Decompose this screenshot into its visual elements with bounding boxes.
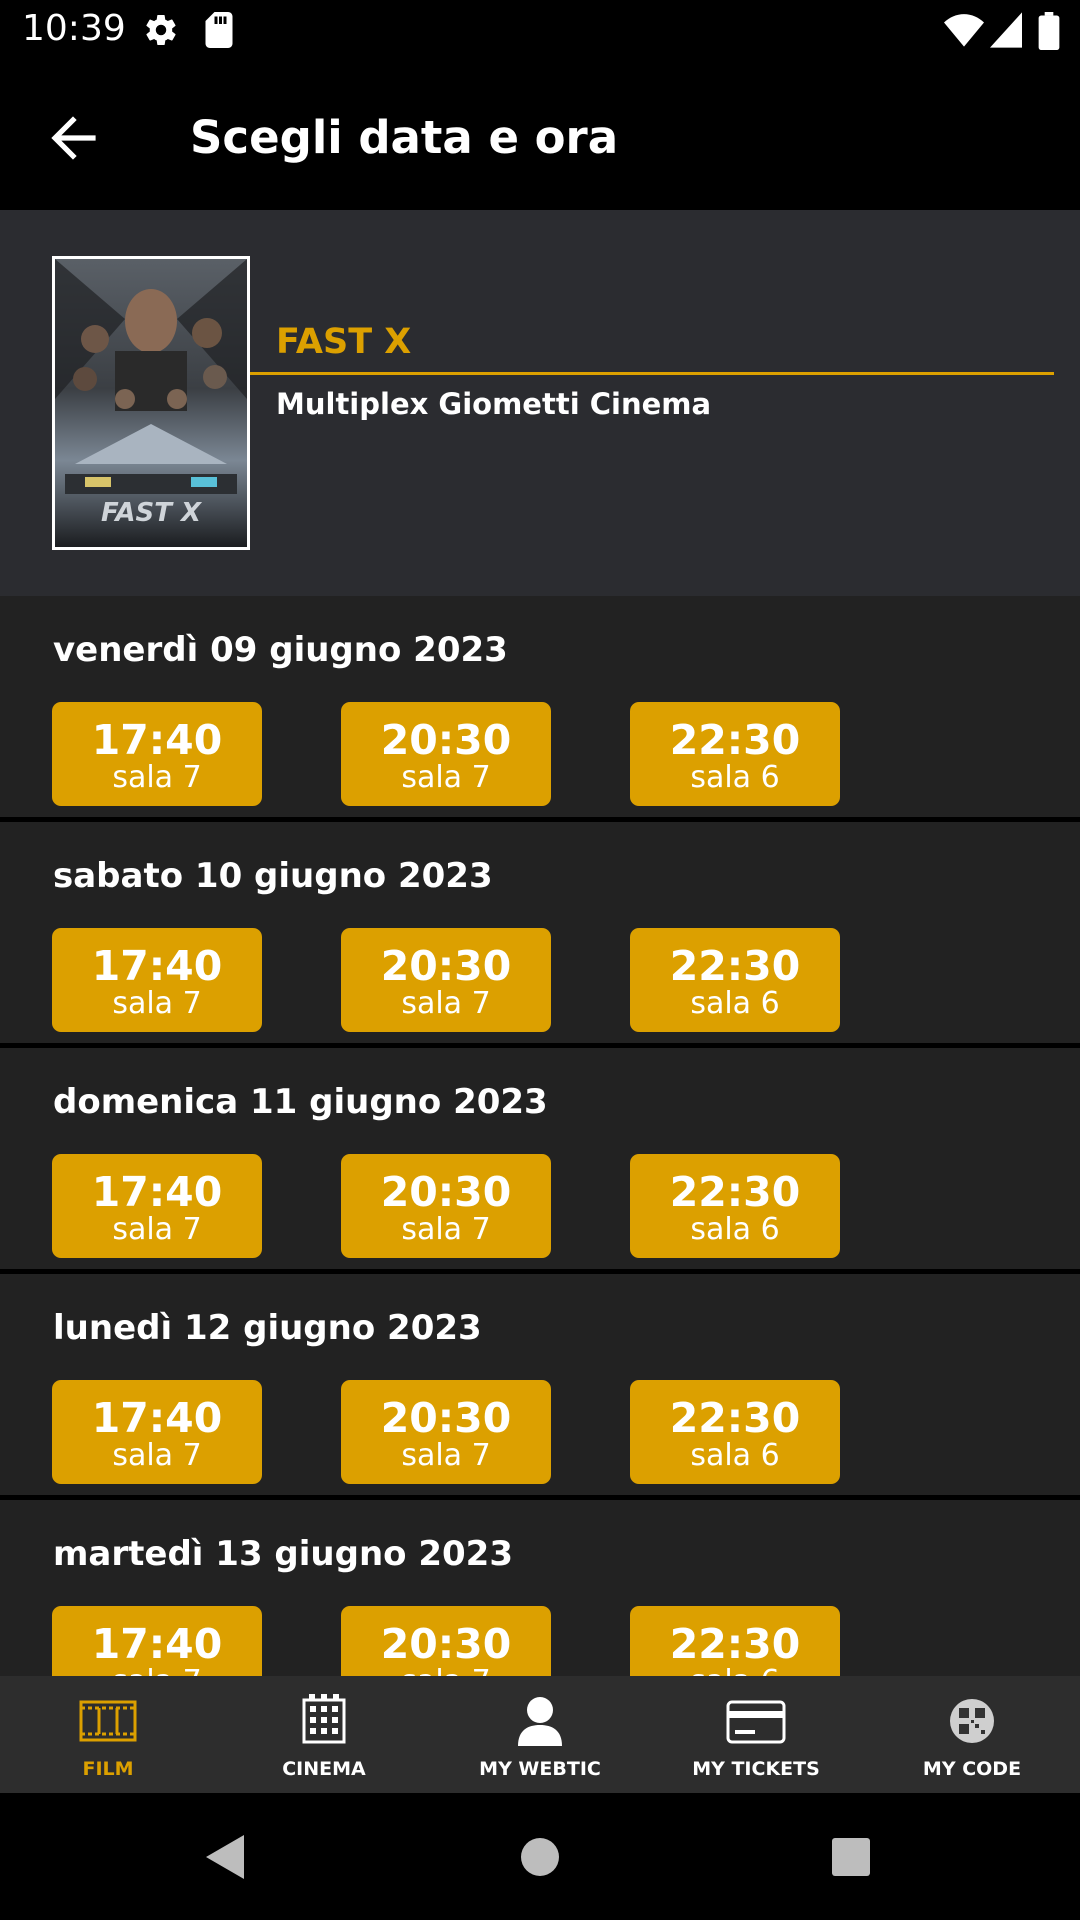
showtime-room: sala 6 [690,986,780,1021]
nav-item-my-code[interactable]: MY CODE [864,1676,1080,1793]
back-triangle-icon[interactable] [204,1833,246,1886]
showtime-button[interactable]: 20:30 sala 7 [341,1380,551,1484]
day-section: sabato 10 giugno 2023 17:40 sala 7 20:30… [0,822,1080,1043]
showtime-room: sala 7 [401,760,491,795]
showtime-button[interactable]: 22:30 sala 6 [630,1606,840,1676]
nav-label-my-code: MY CODE [922,1758,1022,1780]
nav-label-film: FILM [82,1758,134,1780]
recents-square-icon[interactable] [830,1833,872,1886]
app-bar: Scegli data e ora [0,63,1080,210]
qr-code-icon [942,1694,1002,1748]
bottom-nav: FILM CINEMA MY WEBTIC MY TICKETS MY CODE [0,1676,1080,1793]
nav-label-my-webtic: MY WEBTIC [479,1758,601,1780]
showtime-time: 17:40 [91,716,223,764]
status-time: 10:39 [22,8,126,49]
showtime-time: 17:40 [91,1394,223,1442]
showtime-time: 22:30 [669,1620,801,1668]
movie-header: FAST X FAST X Multiplex Giometti Cinema [0,210,1080,596]
showtime-room: sala 6 [690,760,780,795]
nav-item-my-tickets[interactable]: MY TICKETS [648,1676,864,1793]
showtime-time: 22:30 [669,1168,801,1216]
showtime-button[interactable]: 22:30 sala 6 [630,1380,840,1484]
showtime-room: sala 7 [112,760,202,795]
ticket-card-icon [726,1694,786,1748]
showtime-time: 20:30 [380,1394,512,1442]
showtime-time: 20:30 [380,716,512,764]
nav-label-cinema: CINEMA [282,1758,366,1780]
showtime-room: sala 7 [112,1212,202,1247]
showtime-time: 17:40 [91,942,223,990]
nav-item-cinema[interactable]: CINEMA [216,1676,432,1793]
movie-title: FAST X [276,322,412,362]
back-button[interactable] [40,105,106,171]
showtime-button[interactable]: 20:30 sala 7 [341,1154,551,1258]
showtime-button[interactable]: 22:30 sala 6 [630,702,840,806]
user-icon [510,1694,570,1748]
showtime-room: sala 6 [690,1438,780,1473]
showtime-room: sala 6 [630,1666,840,1677]
showtime-room: sala 7 [52,1666,262,1677]
wifi-icon [944,12,984,53]
day-label: lunedì 12 giugno 2023 [53,1308,482,1348]
cinema-name: Multiplex Giometti Cinema [276,387,712,421]
showtime-room: sala 7 [401,1438,491,1473]
showtime-room: sala 7 [401,986,491,1021]
showtime-time: 20:30 [380,942,512,990]
poster-title: FAST X [101,498,203,528]
settings-icon [143,12,179,53]
title-divider [250,372,1054,375]
showtime-button[interactable]: 17:40 sala 7 [52,1380,262,1484]
showtime-room: sala 6 [690,1212,780,1247]
showtime-time: 22:30 [669,1394,801,1442]
signal-icon [990,12,1022,53]
arrow-left-icon [51,116,96,160]
showtime-button[interactable]: 22:30 sala 6 [630,928,840,1032]
showtime-button[interactable]: 20:30 sala 7 [341,702,551,806]
showtime-button[interactable]: 22:30 sala 6 [630,1154,840,1258]
day-label: martedì 13 giugno 2023 [53,1534,513,1574]
nav-item-my-webtic[interactable]: MY WEBTIC [432,1676,648,1793]
battery-icon [1038,12,1060,55]
day-label: sabato 10 giugno 2023 [53,856,493,896]
sd-card-icon [203,12,235,53]
showtime-time: 20:30 [380,1620,512,1668]
showtime-time: 22:30 [669,942,801,990]
showtime-time: 20:30 [380,1168,512,1216]
showtime-room: sala 7 [341,1666,551,1677]
cinema-building-icon [294,1694,354,1748]
showtime-room: sala 7 [112,986,202,1021]
showtime-button[interactable]: 20:30 sala 7 [341,928,551,1032]
movie-poster: FAST X [52,256,250,550]
showtime-time: 22:30 [669,716,801,764]
day-section: lunedì 12 giugno 2023 17:40 sala 7 20:30… [0,1274,1080,1495]
system-nav-bar [0,1793,1080,1920]
showtime-button[interactable]: 17:40 sala 7 [52,928,262,1032]
status-bar: 10:39 [0,0,1080,63]
showtime-button[interactable]: 20:30 sala 7 [341,1606,551,1676]
day-section: venerdì 09 giugno 2023 17:40 sala 7 20:3… [0,596,1080,817]
showtime-button[interactable]: 17:40 sala 7 [52,1606,262,1676]
day-section: domenica 11 giugno 2023 17:40 sala 7 20:… [0,1048,1080,1269]
film-icon [78,1694,138,1748]
home-circle-icon[interactable] [519,1833,561,1886]
page-title: Scegli data e ora [190,111,619,164]
nav-label-my-tickets: MY TICKETS [692,1758,820,1780]
showtimes-list[interactable]: venerdì 09 giugno 2023 17:40 sala 7 20:3… [0,596,1080,1676]
showtime-button[interactable]: 17:40 sala 7 [52,1154,262,1258]
showtime-time: 17:40 [91,1168,223,1216]
showtime-time: 17:40 [91,1620,223,1668]
showtime-button[interactable]: 17:40 sala 7 [52,702,262,806]
nav-item-film[interactable]: FILM [0,1676,216,1793]
showtime-room: sala 7 [112,1438,202,1473]
day-section: martedì 13 giugno 2023 17:40 sala 7 20:3… [0,1500,1080,1676]
day-label: domenica 11 giugno 2023 [53,1082,548,1122]
showtime-room: sala 7 [401,1212,491,1247]
day-label: venerdì 09 giugno 2023 [53,630,508,670]
